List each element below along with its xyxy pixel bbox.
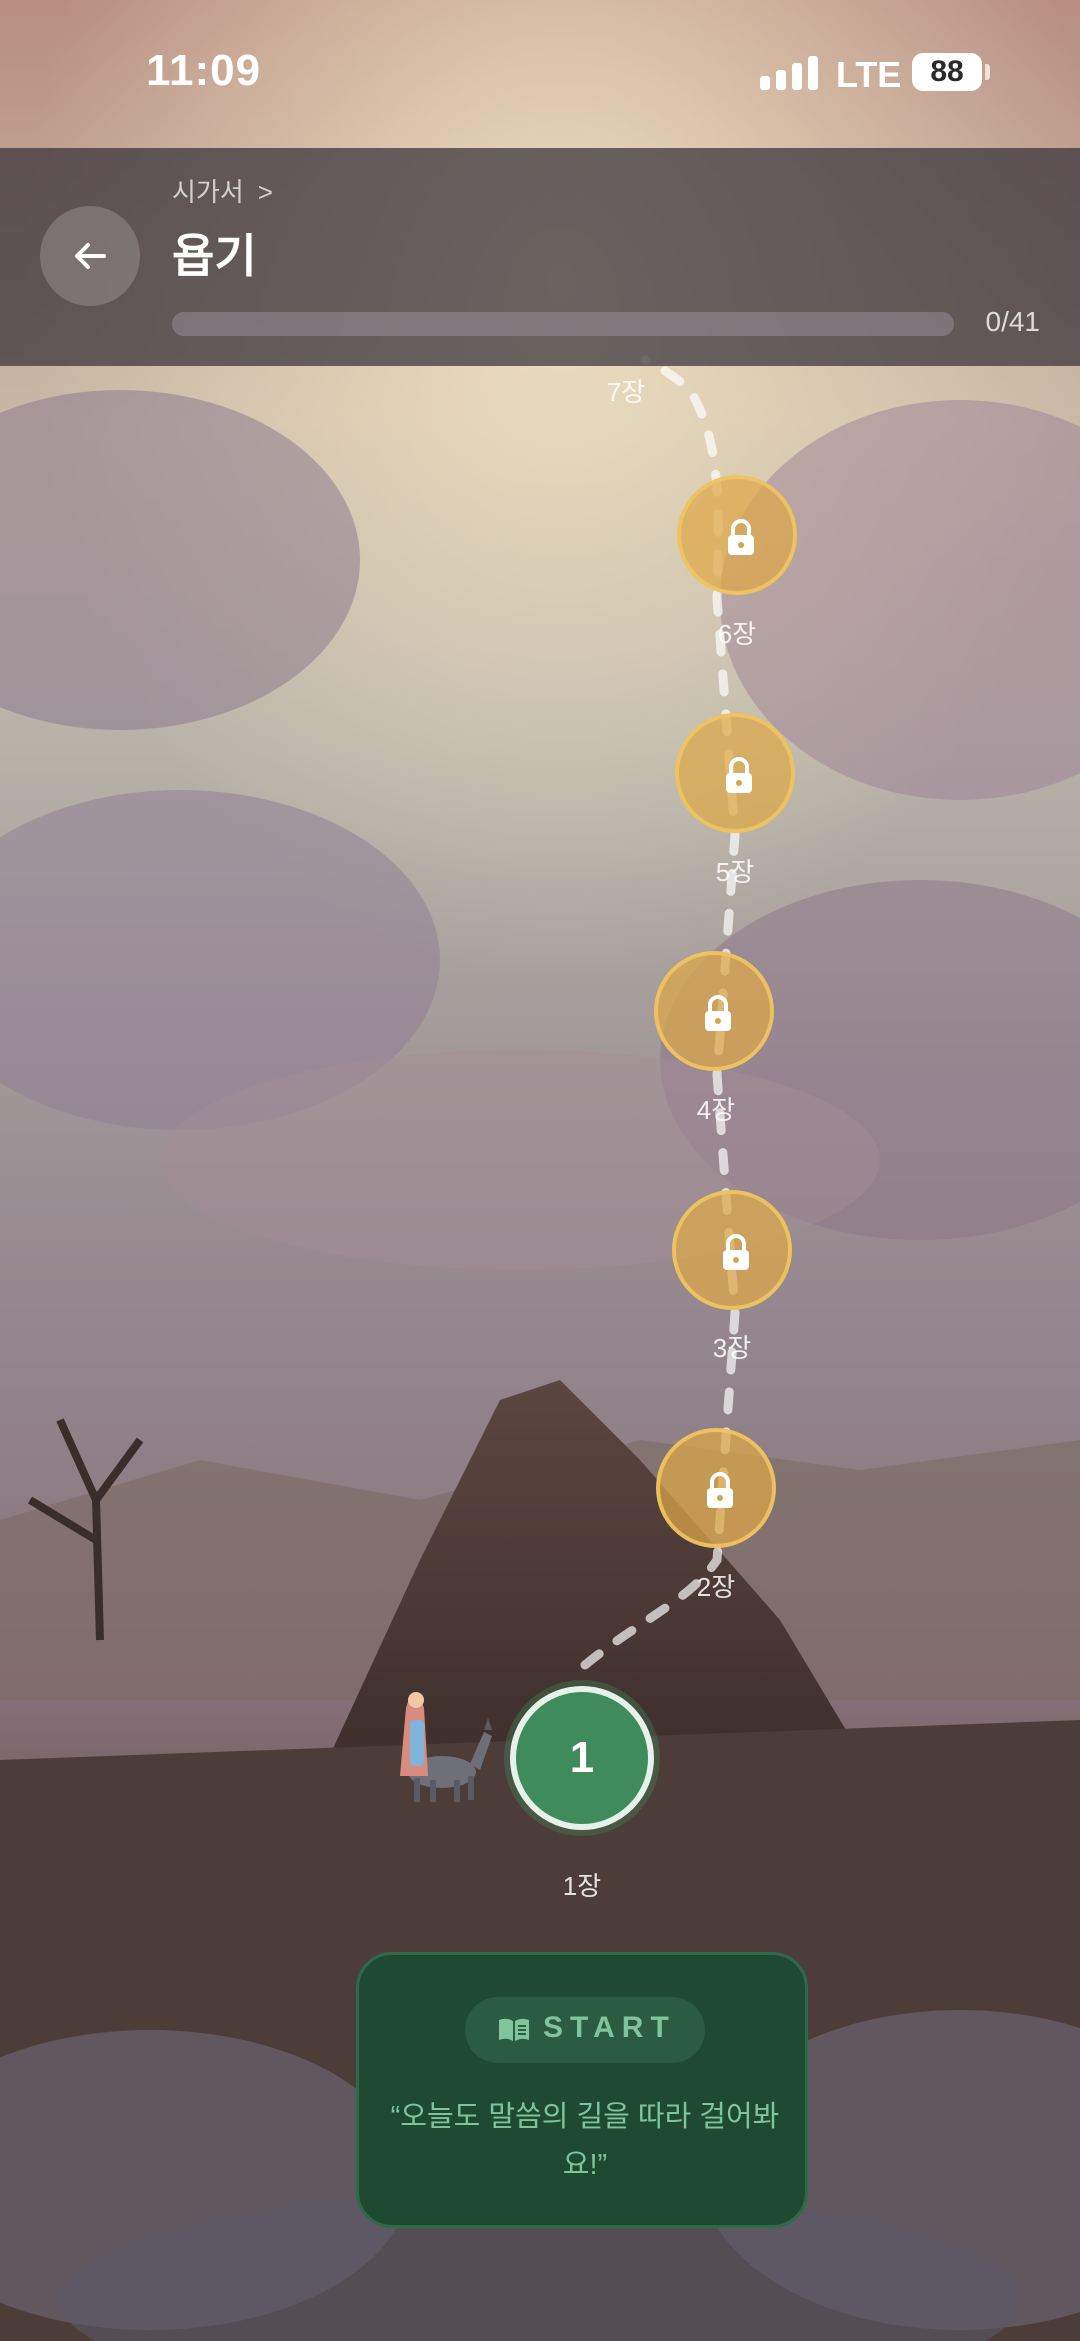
chapter-label-2: 2장 bbox=[696, 1572, 736, 1602]
start-quote: “오늘도 말씀의 길을 따라 걸어봐요!” bbox=[390, 2101, 780, 2181]
lock-icon bbox=[705, 995, 731, 1031]
chapter-label-7: 7장 bbox=[606, 377, 646, 407]
network-type: LTE bbox=[836, 54, 902, 95]
start-label: START bbox=[543, 2011, 676, 2044]
breadcrumb[interactable]: 시가서 > bbox=[172, 172, 273, 209]
start-card[interactable]: START “오늘도 말씀의 길을 따라 걸어봐요!” bbox=[356, 1952, 808, 2228]
chapter-label-6: 6장 bbox=[717, 619, 757, 649]
chapter-label-4: 4장 bbox=[696, 1095, 736, 1125]
breadcrumb-item[interactable]: 시가서 bbox=[172, 177, 244, 207]
chapter-node-5[interactable] bbox=[675, 713, 795, 833]
progress-count: 0/41 bbox=[985, 306, 1041, 337]
page-title: 욥기 bbox=[172, 230, 257, 282]
start-button[interactable]: START bbox=[465, 1997, 705, 2063]
back-button[interactable] bbox=[40, 206, 140, 306]
chapter-label-3: 3장 bbox=[712, 1333, 752, 1363]
battery-tip bbox=[985, 64, 990, 80]
status-bar: 11:09 LTE 88 bbox=[0, 0, 1080, 148]
arrow-left-icon bbox=[75, 243, 106, 269]
chapter-node-6[interactable] bbox=[677, 475, 797, 595]
breadcrumb-separator: > bbox=[257, 177, 273, 207]
lock-icon bbox=[707, 1472, 733, 1508]
chapter-node-2[interactable] bbox=[656, 1428, 776, 1548]
lock-icon bbox=[726, 757, 752, 793]
status-time: 11:09 bbox=[146, 46, 262, 95]
donkey-rider-icon bbox=[400, 1692, 492, 1802]
book-icon bbox=[499, 2018, 529, 2041]
chapter-label-1: 1장 bbox=[562, 1871, 602, 1901]
current-chapter-node[interactable]: 1 bbox=[510, 1686, 654, 1830]
chapter-node-3[interactable] bbox=[672, 1190, 792, 1310]
battery-icon: 88 bbox=[912, 53, 982, 91]
lock-icon bbox=[728, 519, 754, 555]
progress-bar bbox=[172, 312, 954, 336]
header-bar: 시가서 > 욥기 0/41 bbox=[0, 148, 1080, 366]
signal-icon bbox=[760, 56, 818, 90]
chapter-node-4[interactable] bbox=[654, 951, 774, 1071]
lock-icon bbox=[723, 1234, 749, 1270]
chapter-label-5: 5장 bbox=[715, 857, 755, 887]
